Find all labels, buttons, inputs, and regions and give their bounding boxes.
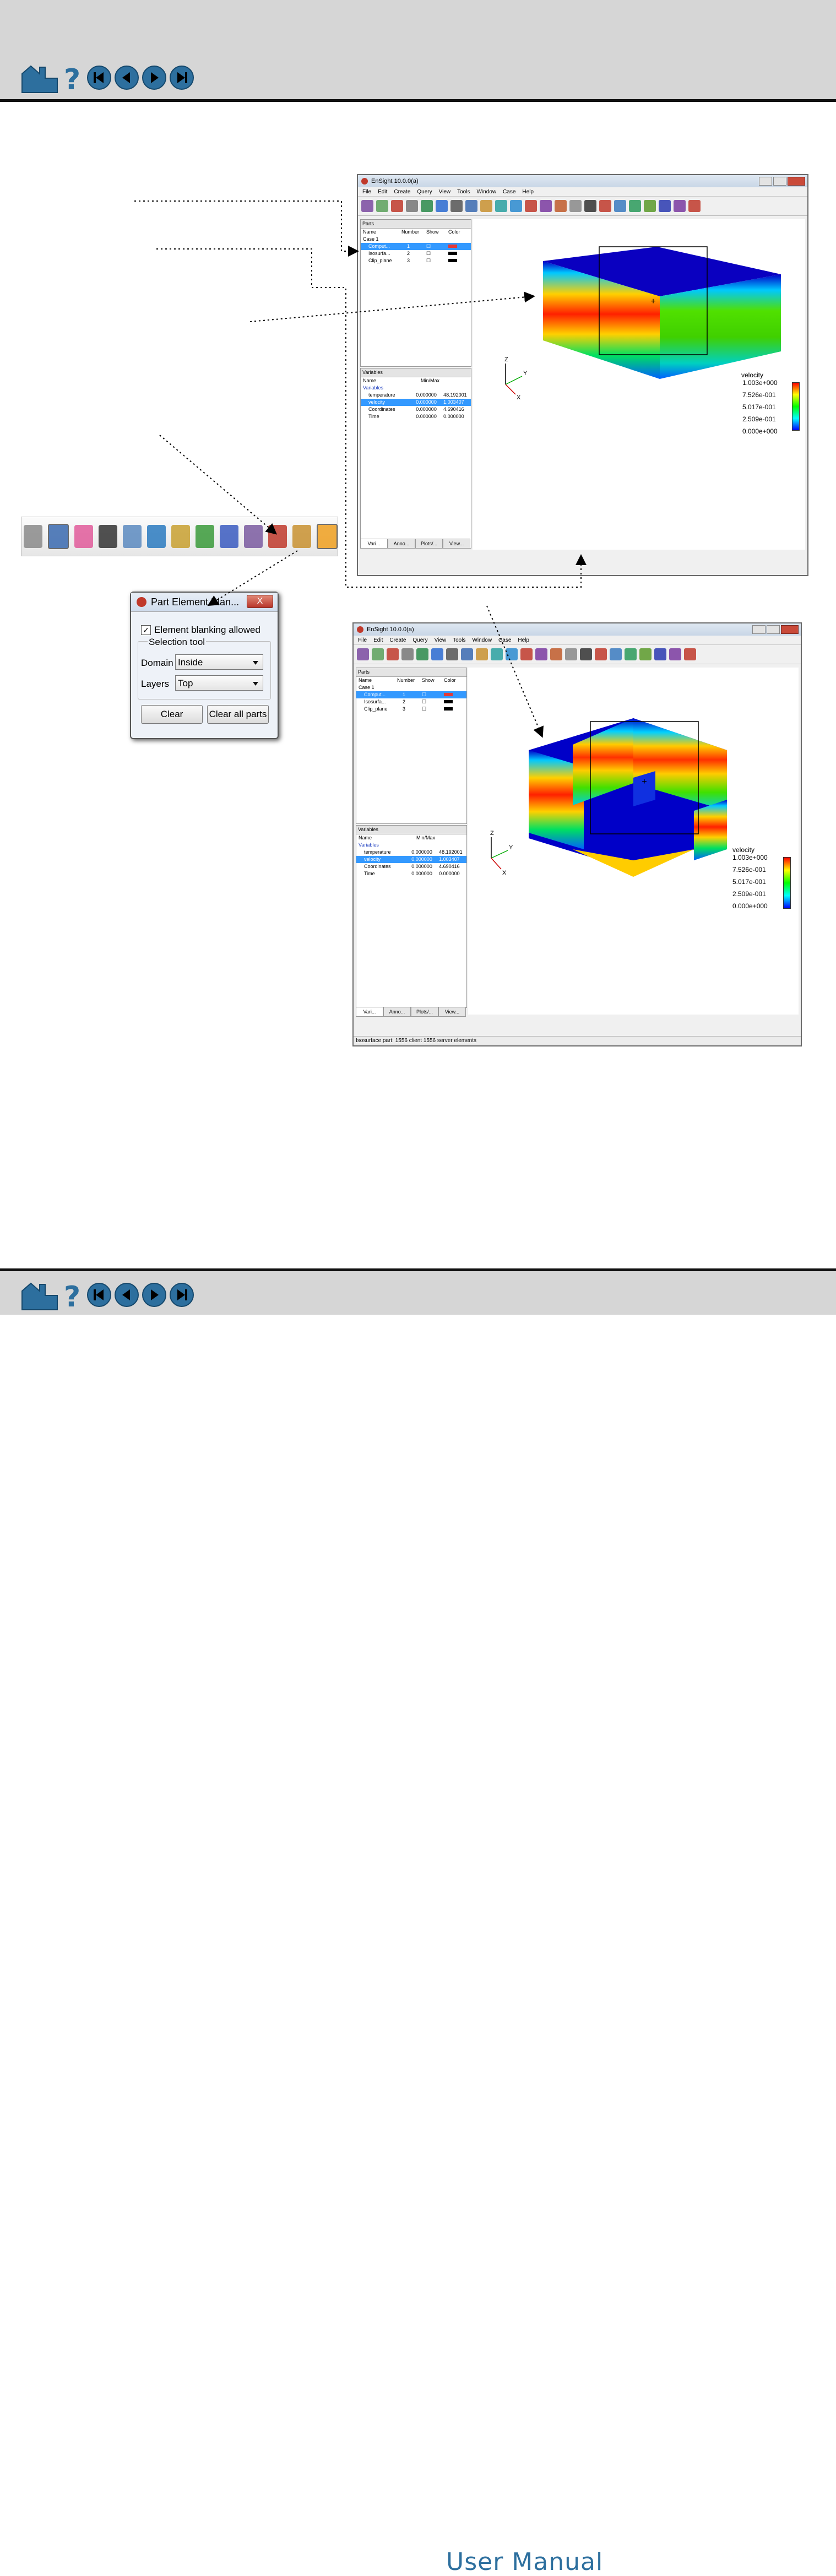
callout-arrows xyxy=(134,200,587,738)
manual-title: User Manual xyxy=(446,2548,604,2576)
